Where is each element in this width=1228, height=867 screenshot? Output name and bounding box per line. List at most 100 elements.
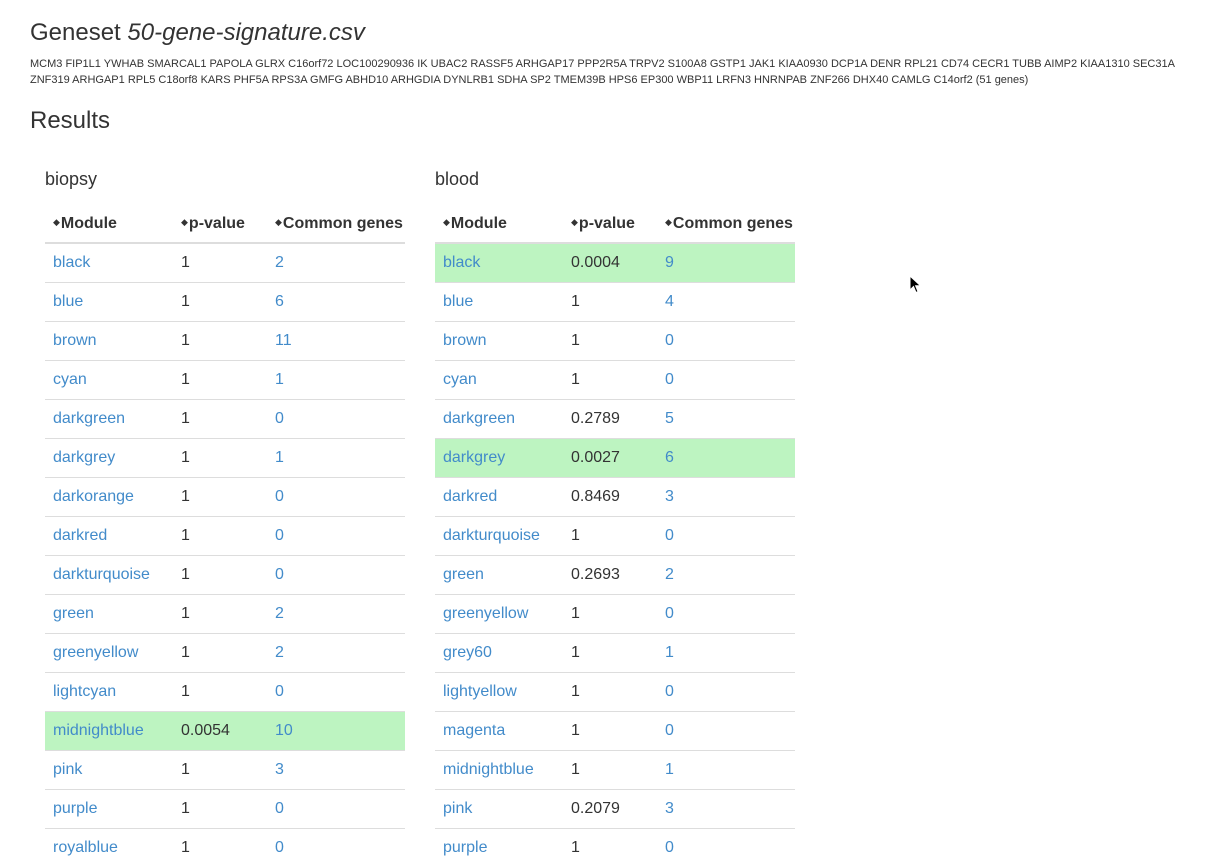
common-genes-link[interactable]: 9 xyxy=(665,254,674,271)
module-cell: royalblue xyxy=(45,829,173,867)
common-genes-link[interactable]: 0 xyxy=(275,410,284,427)
sort-pvalue-header[interactable]: ◆p-value xyxy=(173,206,267,243)
module-link[interactable]: lightcyan xyxy=(53,683,116,700)
sort-module-header[interactable]: ◆Module xyxy=(45,206,173,243)
common-genes-link[interactable]: 2 xyxy=(665,566,674,583)
common-genes-cell: 0 xyxy=(657,595,795,634)
module-link[interactable]: midnightblue xyxy=(53,722,144,739)
common-genes-cell: 0 xyxy=(267,556,405,595)
sort-icon: ◆ xyxy=(53,218,60,227)
common-genes-link[interactable]: 6 xyxy=(665,449,674,466)
module-link[interactable]: darkturquoise xyxy=(443,527,540,544)
module-link[interactable]: brown xyxy=(443,332,487,349)
module-link[interactable]: blue xyxy=(443,293,473,310)
common-genes-link[interactable]: 0 xyxy=(275,488,284,505)
module-link[interactable]: darkgrey xyxy=(443,449,505,466)
common-genes-link[interactable]: 2 xyxy=(275,254,284,271)
module-link[interactable]: darkgrey xyxy=(53,449,115,466)
common-genes-link[interactable]: 0 xyxy=(665,605,674,622)
module-link[interactable]: black xyxy=(53,254,90,271)
module-cell: midnightblue xyxy=(435,751,563,790)
module-link[interactable]: brown xyxy=(53,332,97,349)
module-cell: darkred xyxy=(435,478,563,517)
module-link[interactable]: pink xyxy=(53,761,82,778)
common-genes-link[interactable]: 3 xyxy=(665,488,674,505)
module-link[interactable]: greenyellow xyxy=(53,644,138,661)
module-cell: midnightblue xyxy=(45,712,173,751)
table-row: darkred0.84693 xyxy=(435,478,795,517)
mouse-cursor-icon xyxy=(909,275,923,295)
common-genes-link[interactable]: 1 xyxy=(665,644,674,661)
common-genes-link[interactable]: 1 xyxy=(665,761,674,778)
common-genes-link[interactable]: 0 xyxy=(665,722,674,739)
sort-module-header[interactable]: ◆Module xyxy=(435,206,563,243)
pvalue-cell: 0.0004 xyxy=(563,243,657,283)
module-link[interactable]: blue xyxy=(53,293,83,310)
module-link[interactable]: cyan xyxy=(53,371,87,388)
common-genes-link[interactable]: 0 xyxy=(275,839,284,856)
common-genes-link[interactable]: 0 xyxy=(275,566,284,583)
common-genes-link[interactable]: 0 xyxy=(665,683,674,700)
module-link[interactable]: green xyxy=(53,605,94,622)
biopsy-table-body: black12blue16brown111cyan11darkgreen10da… xyxy=(45,243,405,867)
common-genes-link[interactable]: 0 xyxy=(665,527,674,544)
pvalue-cell: 1 xyxy=(173,439,267,478)
common-genes-link[interactable]: 3 xyxy=(275,761,284,778)
column-label: p-value xyxy=(579,215,635,232)
module-link[interactable]: darkturquoise xyxy=(53,566,150,583)
module-link[interactable]: midnightblue xyxy=(443,761,534,778)
table-row: royalblue10 xyxy=(45,829,405,867)
table-row: cyan10 xyxy=(435,361,795,400)
module-link[interactable]: cyan xyxy=(443,371,477,388)
module-link[interactable]: darkorange xyxy=(53,488,134,505)
common-genes-cell: 6 xyxy=(657,439,795,478)
module-link[interactable]: purple xyxy=(443,839,487,856)
sort-pvalue-header[interactable]: ◆p-value xyxy=(563,206,657,243)
sort-common-genes-header[interactable]: ◆Common genes xyxy=(267,206,405,243)
common-genes-link[interactable]: 4 xyxy=(665,293,674,310)
sort-icon: ◆ xyxy=(571,218,578,227)
sort-common-genes-header[interactable]: ◆Common genes xyxy=(657,206,795,243)
common-genes-link[interactable]: 5 xyxy=(665,410,674,427)
common-genes-link[interactable]: 2 xyxy=(275,644,284,661)
common-genes-link[interactable]: 10 xyxy=(275,722,293,739)
geneset-label: Geneset xyxy=(30,19,121,46)
common-genes-link[interactable]: 2 xyxy=(275,605,284,622)
common-genes-link[interactable]: 0 xyxy=(665,332,674,349)
module-link[interactable]: pink xyxy=(443,800,472,817)
module-link[interactable]: darkgreen xyxy=(443,410,515,427)
module-cell: cyan xyxy=(45,361,173,400)
common-genes-link[interactable]: 0 xyxy=(275,683,284,700)
module-link[interactable]: darkred xyxy=(443,488,497,505)
module-link[interactable]: lightyellow xyxy=(443,683,517,700)
common-genes-link[interactable]: 0 xyxy=(275,800,284,817)
module-link[interactable]: black xyxy=(443,254,480,271)
common-genes-link[interactable]: 3 xyxy=(665,800,674,817)
module-link[interactable]: green xyxy=(443,566,484,583)
module-link[interactable]: royalblue xyxy=(53,839,118,856)
common-genes-cell: 3 xyxy=(657,790,795,829)
module-link[interactable]: darkred xyxy=(53,527,107,544)
common-genes-link[interactable]: 0 xyxy=(665,371,674,388)
panel-title: biopsy xyxy=(45,168,405,190)
pvalue-cell: 1 xyxy=(563,595,657,634)
geneset-filename: 50-gene-signature.csv xyxy=(127,19,364,46)
module-link[interactable]: grey60 xyxy=(443,644,492,661)
common-genes-link[interactable]: 0 xyxy=(275,527,284,544)
module-link[interactable]: magenta xyxy=(443,722,505,739)
common-genes-link[interactable]: 1 xyxy=(275,449,284,466)
table-row: darkturquoise10 xyxy=(435,517,795,556)
module-link[interactable]: greenyellow xyxy=(443,605,528,622)
module-cell: cyan xyxy=(435,361,563,400)
results-heading: Results xyxy=(30,106,1198,136)
module-link[interactable]: purple xyxy=(53,800,97,817)
pvalue-cell: 1 xyxy=(173,790,267,829)
common-genes-link[interactable]: 0 xyxy=(665,839,674,856)
common-genes-link[interactable]: 1 xyxy=(275,371,284,388)
common-genes-link[interactable]: 6 xyxy=(275,293,284,310)
module-link[interactable]: darkgreen xyxy=(53,410,125,427)
common-genes-cell: 4 xyxy=(657,283,795,322)
table-row: blue16 xyxy=(45,283,405,322)
common-genes-link[interactable]: 11 xyxy=(275,332,292,349)
common-genes-cell: 0 xyxy=(267,517,405,556)
